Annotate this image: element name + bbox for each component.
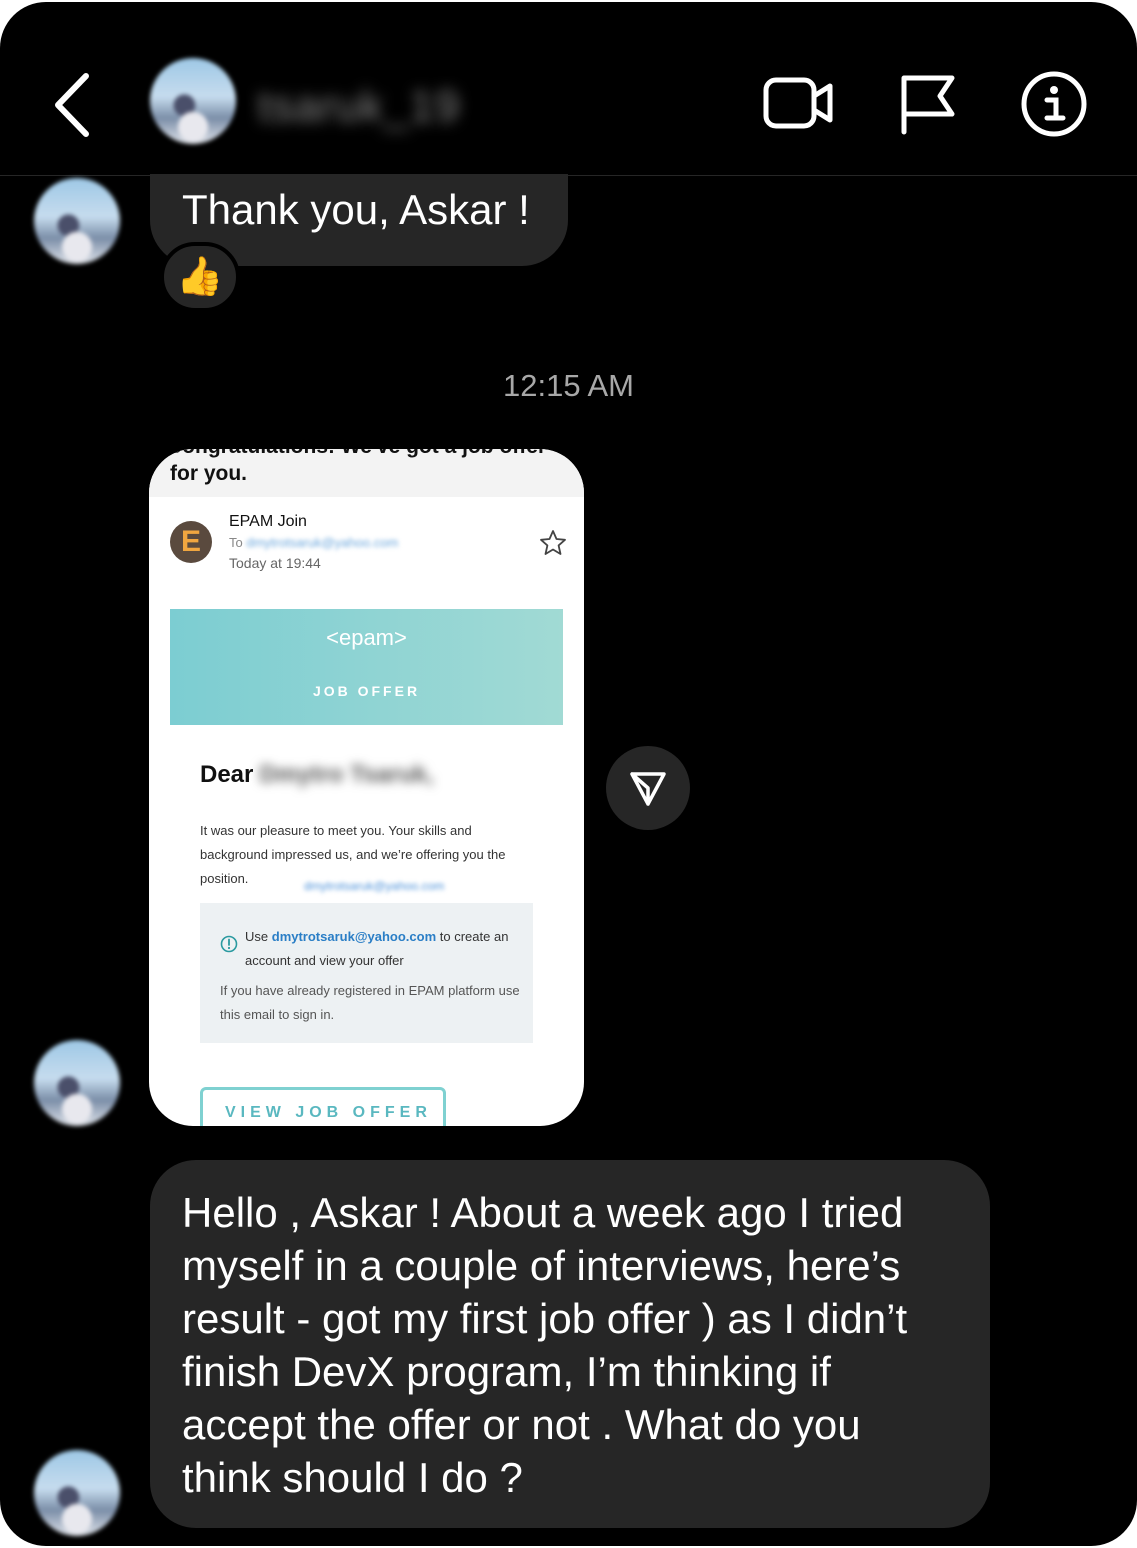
- message-timestamp: 12:15 AM: [503, 368, 634, 403]
- email-notice-box: Use dmytrotsaruk@yahoo.com to create an …: [200, 903, 533, 1043]
- sender-avatar[interactable]: [34, 178, 120, 264]
- email-blurred-address: dmytrotsaruk@yahoo.com: [304, 879, 445, 893]
- email-sender-name: EPAM Join: [229, 513, 307, 530]
- reaction-thumbs-up[interactable]: 👍: [160, 242, 240, 312]
- greeting-word: Dear: [200, 761, 254, 788]
- banner-title: JOB OFFER: [312, 683, 421, 699]
- contact-username[interactable]: tsaruk_19: [258, 82, 460, 132]
- email-subject-cut: Congratulations! We've got a job offer: [167, 449, 546, 459]
- epam-logo: <epam>: [326, 625, 407, 650]
- share-button[interactable]: [606, 746, 690, 830]
- alert-circle-icon: [220, 935, 238, 953]
- chat-screen: tsaruk_19 Thank you, Askar ! 👍 12:15 AM …: [0, 2, 1137, 1546]
- email-time: Today at 19:44: [229, 555, 321, 571]
- notice-email-link: dmytrotsaruk@yahoo.com: [271, 929, 437, 944]
- video-camera-icon[interactable]: [762, 72, 834, 134]
- email-subject: for you.: [170, 462, 247, 485]
- notice-prefix: Use: [245, 929, 269, 944]
- email-greeting: Dear Dmytro Tsaruk,: [200, 761, 434, 789]
- sender-avatar[interactable]: [34, 1040, 120, 1126]
- notice-more-text: If you have already registered in EPAM p…: [220, 983, 520, 1022]
- star-icon: [540, 530, 566, 555]
- email-to-address: dmytrotsaruk@yahoo.com: [246, 535, 399, 550]
- flag-icon[interactable]: [898, 72, 958, 136]
- email-recipient: To dmytrotsaruk@yahoo.com: [229, 535, 398, 550]
- message-bubble-question[interactable]: Hello , Askar ! About a week ago I tried…: [150, 1160, 990, 1528]
- chat-header: tsaruk_19: [0, 2, 1137, 176]
- greeting-name: Dmytro Tsaruk,: [259, 761, 434, 788]
- sender-avatar[interactable]: [34, 1450, 120, 1536]
- info-icon[interactable]: [1020, 70, 1088, 138]
- email-sender-row: E EPAM Join To dmytrotsaruk@yahoo.com To…: [149, 497, 584, 603]
- message-text: Thank you, Askar !: [182, 186, 530, 233]
- email-sender-avatar: E: [170, 521, 212, 563]
- send-icon: [630, 772, 666, 806]
- contact-avatar[interactable]: [150, 58, 236, 144]
- email-subject-bar: Congratulations! We've got a job offer f…: [149, 449, 584, 497]
- notice-text: Use dmytrotsaruk@yahoo.com to create an …: [245, 925, 525, 973]
- chevron-left-icon[interactable]: [48, 70, 98, 140]
- email-to-label: To: [229, 535, 243, 550]
- job-offer-banner: <epam> JOB OFFER: [170, 609, 563, 725]
- shared-email-screenshot[interactable]: Congratulations! We've got a job offer f…: [149, 449, 584, 1126]
- view-job-offer-button: VIEW JOB OFFER: [200, 1087, 446, 1126]
- message-text: Hello , Askar ! About a week ago I tried…: [182, 1189, 908, 1501]
